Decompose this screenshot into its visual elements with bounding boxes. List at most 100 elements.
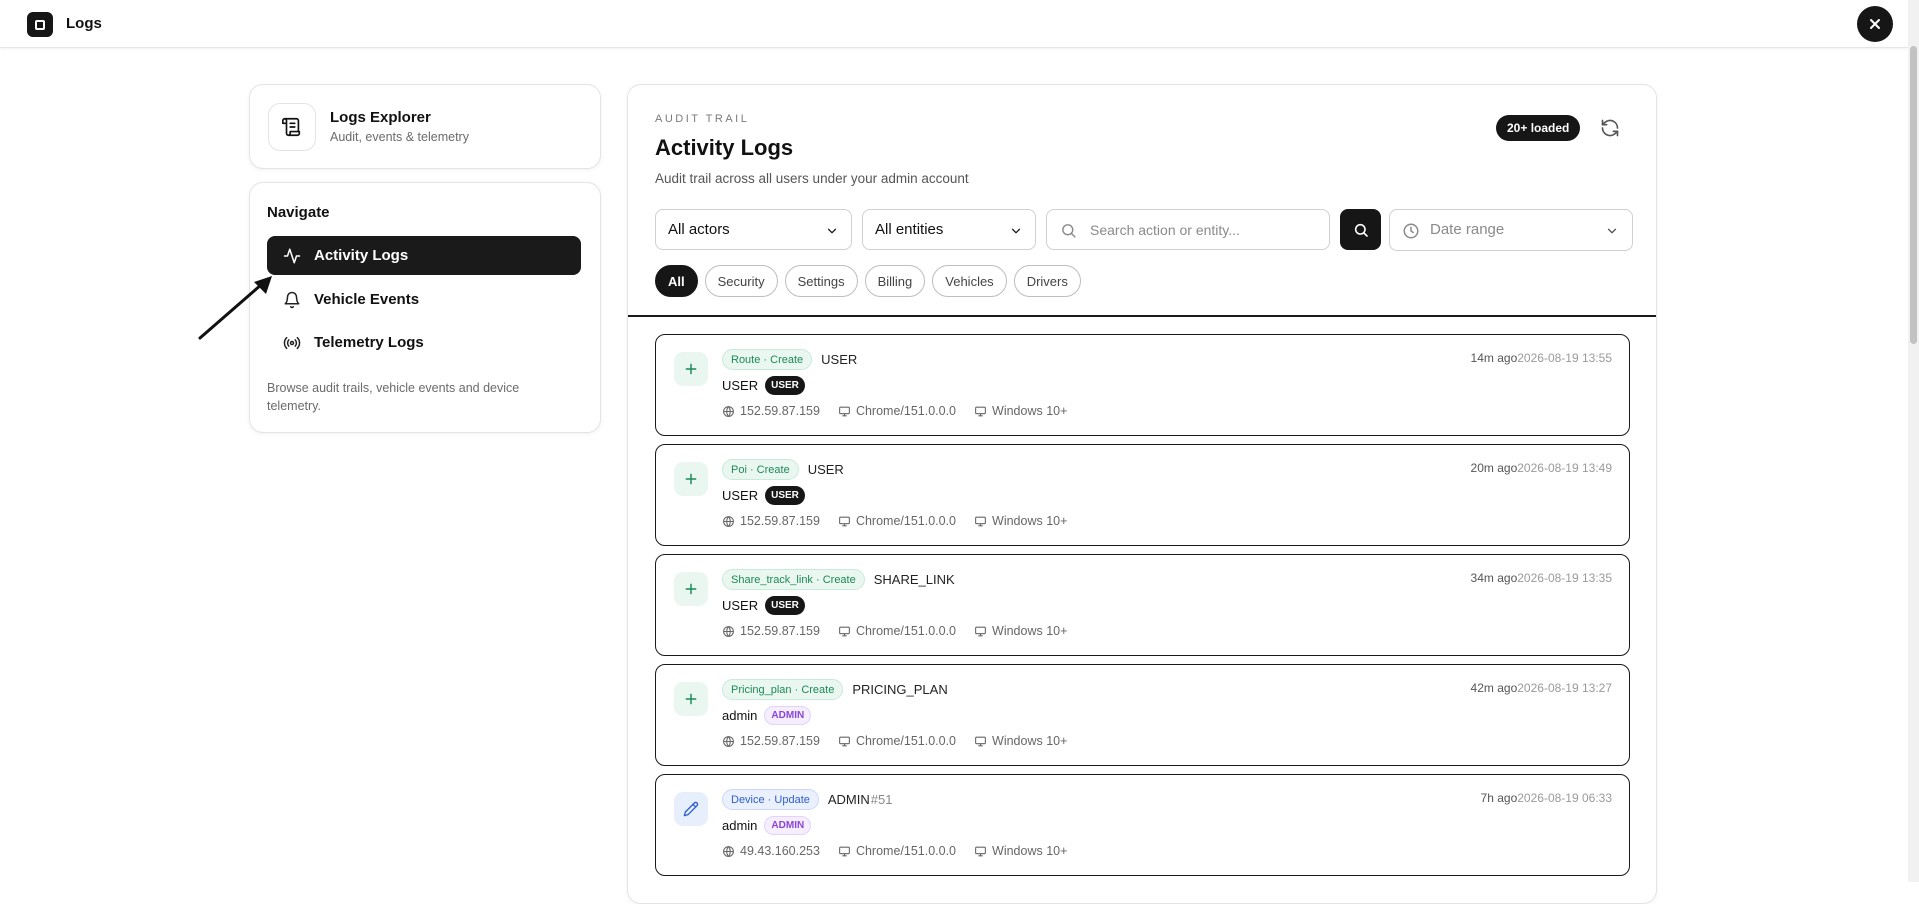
action-tag: Route · Create: [722, 349, 813, 370]
os-info: Windows 10+: [992, 514, 1068, 528]
actor-name: USER: [722, 488, 759, 503]
ip-address: 152.59.87.159: [740, 404, 820, 418]
broadcast-icon: [283, 336, 301, 350]
log-entry[interactable]: Share_track_link · Create SHARE_LINK USE…: [655, 554, 1630, 656]
globe-icon: [723, 845, 734, 857]
os-info: Windows 10+: [992, 624, 1068, 638]
actor-name: USER: [722, 378, 759, 393]
clock-icon: [1403, 223, 1419, 239]
os-info: Windows 10+: [992, 844, 1068, 858]
log-entry[interactable]: Route · Create USER USER USER 152.59.87.…: [655, 334, 1630, 436]
bell-icon: [284, 291, 300, 309]
log-entry[interactable]: Poi · Create USER USER USER 152.59.87.15…: [655, 444, 1630, 546]
sidebar-item-telemetry-logs[interactable]: Telemetry Logs: [267, 323, 581, 362]
entity-name: USER: [807, 462, 844, 477]
role-badge: USER: [765, 596, 805, 615]
log-list: Route · Create USER USER USER 152.59.87.…: [655, 334, 1630, 884]
search-icon: [1354, 223, 1368, 237]
role-badge: USER: [765, 486, 805, 505]
loaded-count-badge: 20+ loaded: [1496, 115, 1581, 141]
log-entry[interactable]: Device · Update ADMIN #51 admin ADMIN 49…: [655, 774, 1630, 876]
entity-name: SHARE_LINK: [873, 572, 955, 587]
absolute-time: 2026-08-19 06:33: [1517, 791, 1612, 805]
scrollbar-thumb[interactable]: [1910, 46, 1917, 344]
monitor-icon: [839, 406, 850, 416]
refresh-icon[interactable]: [1600, 118, 1620, 138]
chip-all[interactable]: All: [655, 265, 698, 297]
nav-heading: Navigate: [267, 204, 330, 221]
chevron-down-icon: [827, 228, 837, 234]
log-entry[interactable]: Pricing_plan · Create PRICING_PLAN admin…: [655, 664, 1630, 766]
navigate-card: Navigate Activity Logs Vehicle Events Te…: [249, 182, 601, 433]
actor-name: admin: [722, 818, 758, 833]
close-icon: [1870, 19, 1880, 29]
activity-icon: [283, 248, 301, 264]
browser-info: Chrome/151.0.0.0: [855, 624, 957, 638]
monitor-icon: [975, 516, 986, 526]
globe-icon: [723, 735, 734, 747]
app-logo-icon: [27, 12, 53, 37]
monitor-icon: [839, 846, 850, 856]
search-button[interactable]: [1340, 209, 1381, 250]
browser-info: Chrome/151.0.0.0: [855, 404, 957, 418]
close-button[interactable]: [1857, 6, 1893, 42]
plus-icon: [674, 462, 708, 496]
date-range-select[interactable]: Date range: [1389, 209, 1633, 251]
search-input[interactable]: [1090, 220, 1320, 240]
explorer-title: Logs Explorer: [330, 109, 431, 126]
app-title: Logs: [66, 15, 102, 32]
action-tag: Pricing_plan · Create: [722, 679, 844, 700]
browser-info: Chrome/151.0.0.0: [855, 734, 957, 748]
chip-billing[interactable]: Billing: [864, 265, 926, 297]
relative-time: 42m ago: [1470, 681, 1518, 695]
actor-name: USER: [722, 598, 759, 613]
eyebrow-label: AUDIT TRAIL: [655, 113, 750, 125]
category-chips: All Security Settings Billing Vehicles D…: [655, 265, 1081, 297]
sidebar-item-label: Vehicle Events: [314, 291, 420, 308]
logs-explorer-card: Logs Explorer Audit, events & telemetry: [249, 84, 601, 169]
sidebar-item-label: Activity Logs: [314, 247, 409, 264]
entity-name: PRICING_PLAN: [852, 682, 948, 697]
pointer-arrow-icon: [198, 276, 272, 340]
chip-vehicles[interactable]: Vehicles: [932, 265, 1007, 297]
sidebar-item-activity-logs[interactable]: Activity Logs: [267, 236, 581, 275]
date-range-placeholder: Date range: [1430, 221, 1505, 238]
entities-select[interactable]: All entities: [862, 209, 1036, 250]
page-subtitle: Audit trail across all users under your …: [655, 171, 969, 186]
page-title: Activity Logs: [655, 135, 794, 160]
absolute-time: 2026-08-19 13:49: [1517, 461, 1612, 475]
role-badge: ADMIN: [764, 706, 812, 725]
chip-settings[interactable]: Settings: [784, 265, 858, 297]
os-info: Windows 10+: [992, 734, 1068, 748]
monitor-icon: [975, 846, 986, 856]
monitor-icon: [975, 736, 986, 746]
monitor-icon: [975, 406, 986, 416]
globe-icon: [723, 515, 734, 527]
top-bar: Logs: [0, 0, 1908, 48]
globe-icon: [723, 625, 734, 637]
chevron-down-icon: [1607, 228, 1617, 234]
sidebar-item-vehicle-events[interactable]: Vehicle Events: [267, 280, 581, 319]
monitor-icon: [839, 516, 850, 526]
monitor-icon: [839, 736, 850, 746]
chip-security[interactable]: Security: [704, 265, 778, 297]
activity-logs-panel: AUDIT TRAIL Activity Logs Audit trail ac…: [627, 84, 1657, 904]
explorer-subtitle: Audit, events & telemetry: [330, 130, 469, 144]
nav-footer-text: Browse audit trails, vehicle events and …: [267, 381, 520, 413]
chip-drivers[interactable]: Drivers: [1013, 265, 1081, 297]
absolute-time: 2026-08-19 13:55: [1517, 351, 1612, 365]
relative-time: 20m ago: [1470, 461, 1518, 475]
monitor-icon: [975, 626, 986, 636]
chevron-down-icon: [1011, 228, 1021, 234]
sidebar-item-label: Telemetry Logs: [314, 334, 424, 351]
search-icon: [1062, 224, 1076, 238]
relative-time: 34m ago: [1470, 571, 1518, 585]
ip-address: 49.43.160.253: [740, 844, 820, 858]
actors-select-value: All actors: [668, 221, 730, 238]
actors-select[interactable]: All actors: [655, 209, 852, 250]
relative-time: 14m ago: [1470, 351, 1518, 365]
ip-address: 152.59.87.159: [740, 514, 820, 528]
browser-info: Chrome/151.0.0.0: [855, 844, 957, 858]
entities-select-value: All entities: [875, 221, 944, 238]
monitor-icon: [839, 626, 850, 636]
